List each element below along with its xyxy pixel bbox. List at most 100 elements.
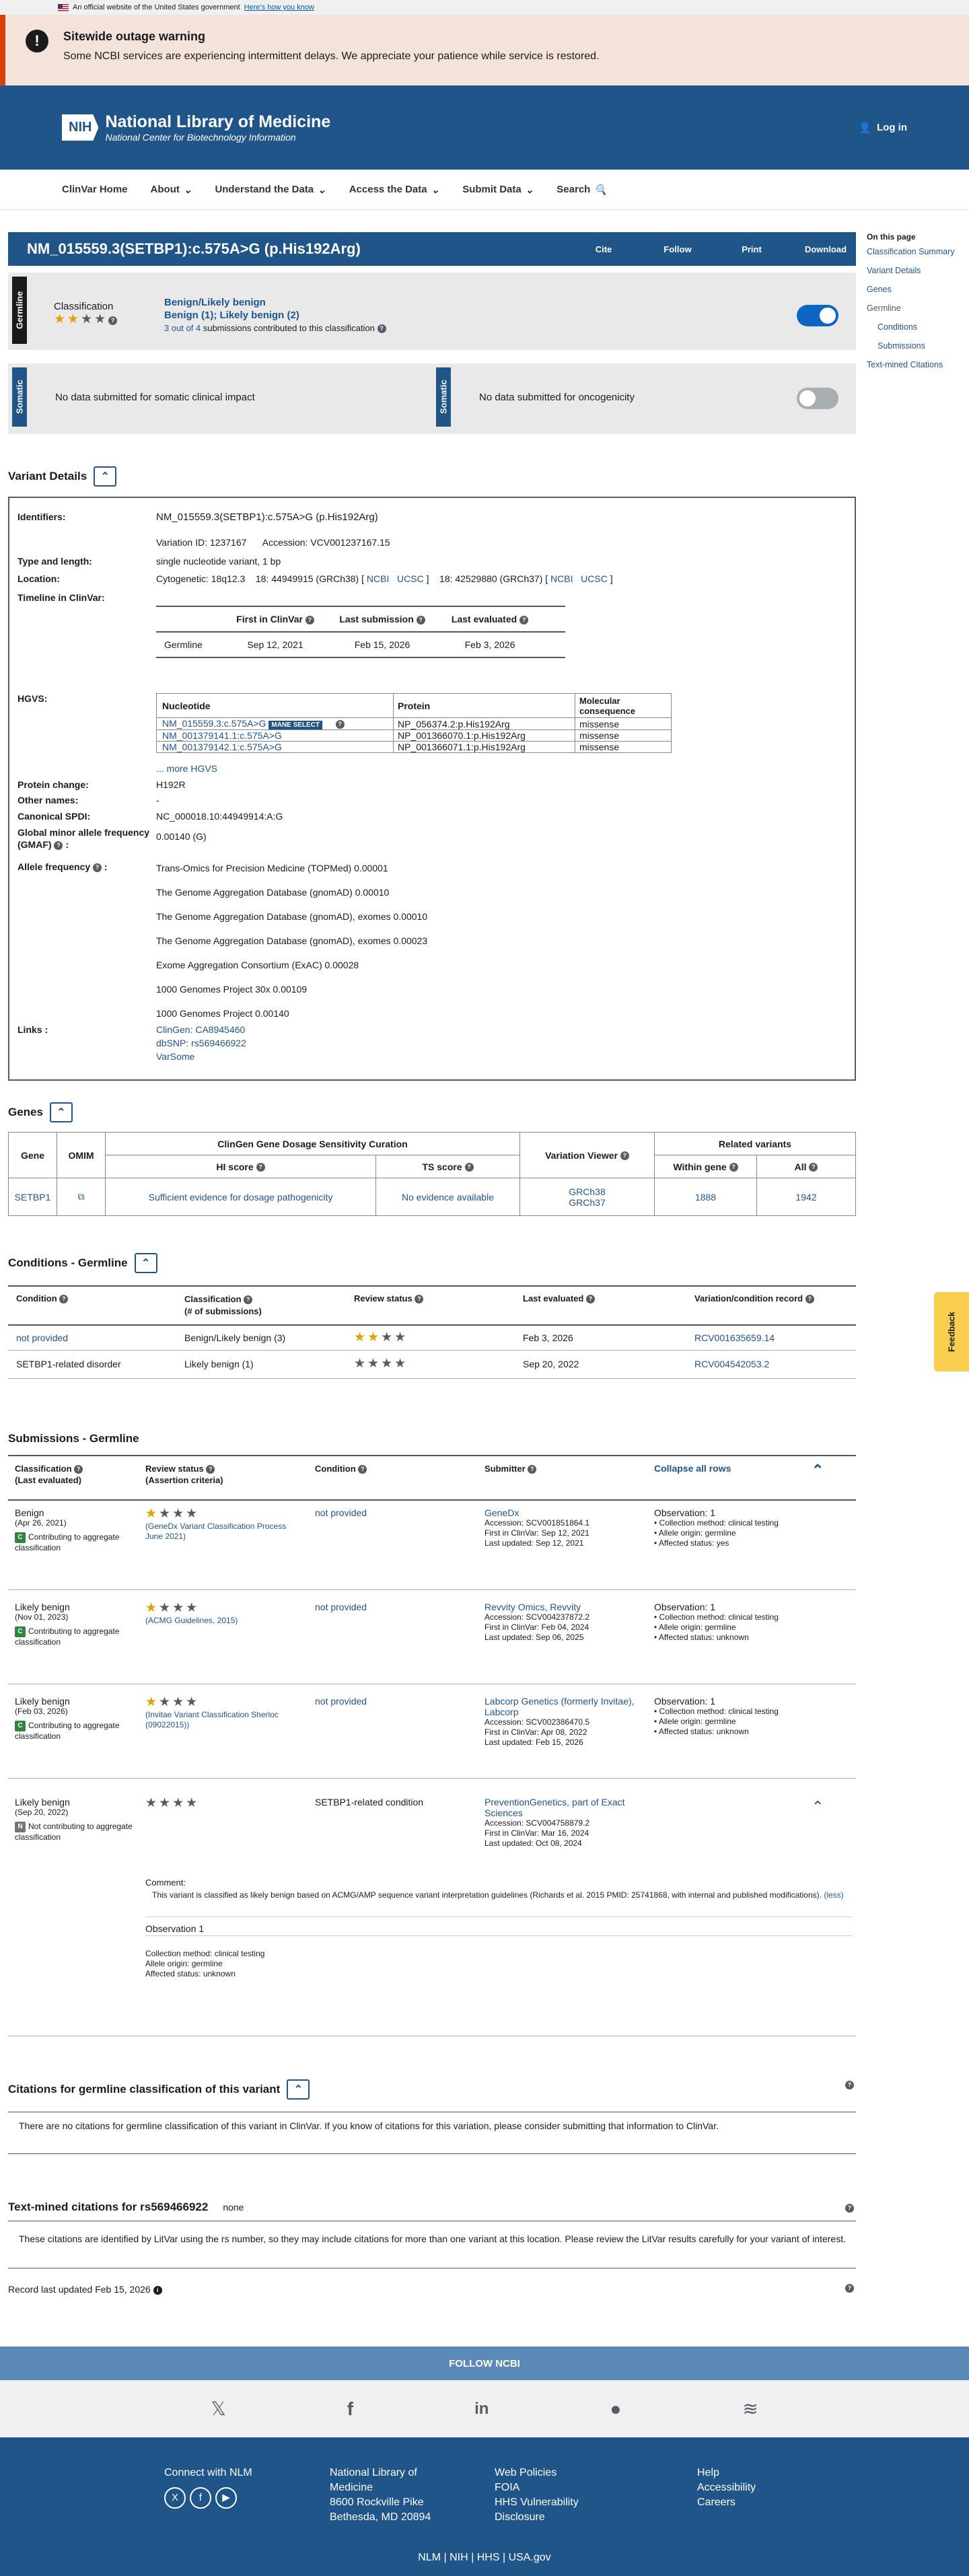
help-icon[interactable]: ? [335, 719, 345, 729]
ncbi-link[interactable]: NCBI [550, 573, 573, 584]
follow-button[interactable]: Follow [641, 244, 715, 254]
less-link[interactable]: (less) [824, 1890, 843, 1900]
help-icon[interactable]: ? [845, 2081, 854, 2089]
login-button[interactable]: 👤 Log in [859, 122, 907, 134]
help-icon[interactable]: ? [305, 615, 314, 624]
ucsc-link[interactable]: UCSC [581, 573, 608, 584]
chevron-up-icon[interactable]: ⌃ [812, 1798, 824, 1816]
hgvs-nucleotide-link[interactable]: NM_015559.3:c.575A>G [162, 718, 266, 729]
submissions-count-link[interactable]: 3 out of 4 [164, 323, 201, 333]
x-twitter-icon[interactable]: 𝕏 [211, 2398, 226, 2420]
download-button[interactable]: Download [789, 244, 863, 254]
collapse-chevron-icon[interactable]: ⌃ [287, 2079, 310, 2100]
github-icon[interactable]: ● [610, 2398, 621, 2420]
within-gene-link[interactable]: 1888 [654, 1178, 757, 1216]
germline-toggle[interactable] [797, 305, 838, 326]
help-icon[interactable]: ? [256, 1163, 265, 1172]
help-icon[interactable]: ? [74, 1465, 83, 1474]
help-icon[interactable]: ? [519, 615, 529, 624]
help-icon[interactable]: ? [206, 1465, 215, 1474]
hgvs-nucleotide-link[interactable]: NM_001379141.1:c.575A>G [162, 730, 282, 741]
assertion-criteria-link[interactable]: (GeneDx Variant Classification Process J… [145, 1522, 287, 1542]
help-icon[interactable]: ? [358, 1465, 367, 1474]
clingen-link[interactable]: ClinGen: CA8945460 [156, 1024, 245, 1035]
nlm-link[interactable]: NLM [418, 2552, 441, 2563]
help-icon[interactable]: ? [59, 1295, 69, 1304]
address-line[interactable]: National Library of [330, 2466, 431, 2480]
help-icon[interactable]: ? [809, 1163, 818, 1172]
varsome-link[interactable]: VarSome [156, 1051, 194, 1062]
all-variants-link[interactable]: 1942 [756, 1178, 856, 1216]
submitter-link[interactable]: Revvity Omics, Revvity [485, 1602, 639, 1612]
help-icon[interactable]: ? [845, 2204, 854, 2213]
help-icon[interactable]: ? [377, 324, 386, 334]
help-icon[interactable]: ? [464, 1163, 474, 1172]
toc-classification-summary[interactable]: Classification Summary [867, 247, 968, 256]
omim-link-icon[interactable]: ⧉ [57, 1178, 106, 1216]
linkedin-icon[interactable]: in [474, 2400, 489, 2419]
hi-score-link[interactable]: Sufficient evidence for dosage pathogeni… [105, 1178, 376, 1216]
grch37-viewer-link[interactable]: GRCh37 [520, 1197, 654, 1208]
help-icon[interactable]: ? [585, 1295, 595, 1304]
help-icon[interactable]: ? [528, 1465, 537, 1474]
foia-link[interactable]: FOIA [495, 2480, 579, 2495]
usagov-link[interactable]: USA.gov [509, 2552, 551, 2563]
nlm-logo[interactable]: NIH National Library of Medicine National … [62, 112, 330, 143]
toc-text-mined[interactable]: Text-mined Citations [867, 360, 968, 369]
help-link[interactable]: Help [697, 2466, 756, 2480]
accessibility-link[interactable]: Accessibility [697, 2480, 756, 2495]
web-policies-link[interactable]: Web Policies [495, 2466, 579, 2480]
feedback-button[interactable]: Feedback [934, 1292, 969, 1371]
more-hgvs-link[interactable]: ... more HGVS [156, 763, 217, 774]
hhs-vuln-link[interactable]: Disclosure [495, 2510, 579, 2525]
ucsc-link[interactable]: UCSC [397, 573, 424, 584]
toc-genes[interactable]: Genes [867, 285, 968, 294]
chevron-up-icon[interactable]: ⌃ [812, 1463, 824, 1478]
heres-how-link[interactable]: Here's how you know [244, 3, 314, 11]
rcv-link[interactable]: RCV004542053.2 [694, 1359, 769, 1369]
assertion-criteria-link[interactable]: (Invitae Variant Classification Sherloc … [145, 1710, 287, 1730]
help-icon[interactable]: ? [244, 1295, 253, 1305]
collapse-chevron-icon[interactable]: ⌃ [49, 1102, 73, 1122]
collapse-chevron-icon[interactable]: ⌃ [94, 466, 117, 487]
submitter-link[interactable]: GeneDx [485, 1507, 639, 1518]
sub-condition-link[interactable]: not provided [315, 1507, 367, 1518]
toc-variant-details[interactable]: Variant Details [867, 266, 968, 275]
toc-conditions[interactable]: Conditions [867, 322, 968, 332]
rcv-link[interactable]: RCV001635659.14 [694, 1332, 775, 1343]
sub-condition-link[interactable]: not provided [315, 1602, 367, 1612]
ncbi-link[interactable]: NCBI [367, 573, 389, 584]
print-button[interactable]: Print [715, 244, 789, 254]
help-icon[interactable]: ? [415, 1295, 424, 1304]
somatic-toggle[interactable] [797, 388, 838, 409]
assertion-criteria-link[interactable]: (ACMG Guidelines, 2015) [145, 1616, 287, 1626]
facebook-icon[interactable]: f [190, 2487, 211, 2509]
nav-understand[interactable]: Understand the Data ⌄ [215, 184, 326, 196]
help-icon[interactable]: ? [108, 316, 118, 325]
dbsnp-link[interactable]: dbSNP: rs569466922 [156, 1038, 246, 1048]
help-icon[interactable]: ? [729, 1163, 738, 1172]
submitter-link[interactable]: PreventionGenetics, part of Exact Scienc… [485, 1797, 639, 1818]
nih-link[interactable]: NIH [450, 2552, 468, 2563]
ts-score-link[interactable]: No evidence available [375, 1178, 520, 1216]
youtube-icon[interactable]: ▶ [215, 2487, 237, 2509]
hgvs-nucleotide-link[interactable]: NM_001379142.1:c.575A>G [162, 742, 282, 752]
help-icon[interactable]: ? [620, 1151, 629, 1161]
grch38-viewer-link[interactable]: GRCh38 [520, 1186, 654, 1197]
help-icon[interactable]: ? [416, 615, 425, 624]
help-icon[interactable]: ? [845, 2284, 854, 2293]
hhs-vuln-link[interactable]: HHS Vulnerability [495, 2495, 579, 2510]
cite-button[interactable]: Cite [567, 244, 641, 254]
help-icon[interactable]: ? [805, 1295, 814, 1304]
nav-search[interactable]: Search 🔍 [557, 184, 607, 196]
facebook-icon[interactable]: f [347, 2398, 353, 2420]
nav-access[interactable]: Access the Data ⌄ [349, 184, 439, 196]
x-twitter-icon[interactable]: X [164, 2487, 186, 2509]
toc-submissions[interactable]: Submissions [867, 341, 968, 351]
collapse-chevron-icon[interactable]: ⌃ [134, 1253, 157, 1273]
germline-classification[interactable]: Benign/Likely benign [164, 296, 386, 309]
submitter-link[interactable]: Labcorp Genetics (formerly Invitae), Lab… [485, 1696, 639, 1717]
careers-link[interactable]: Careers [697, 2495, 756, 2510]
help-icon[interactable]: ? [54, 840, 63, 850]
collapse-all-rows-button[interactable]: Collapse all rows [654, 1463, 731, 1474]
